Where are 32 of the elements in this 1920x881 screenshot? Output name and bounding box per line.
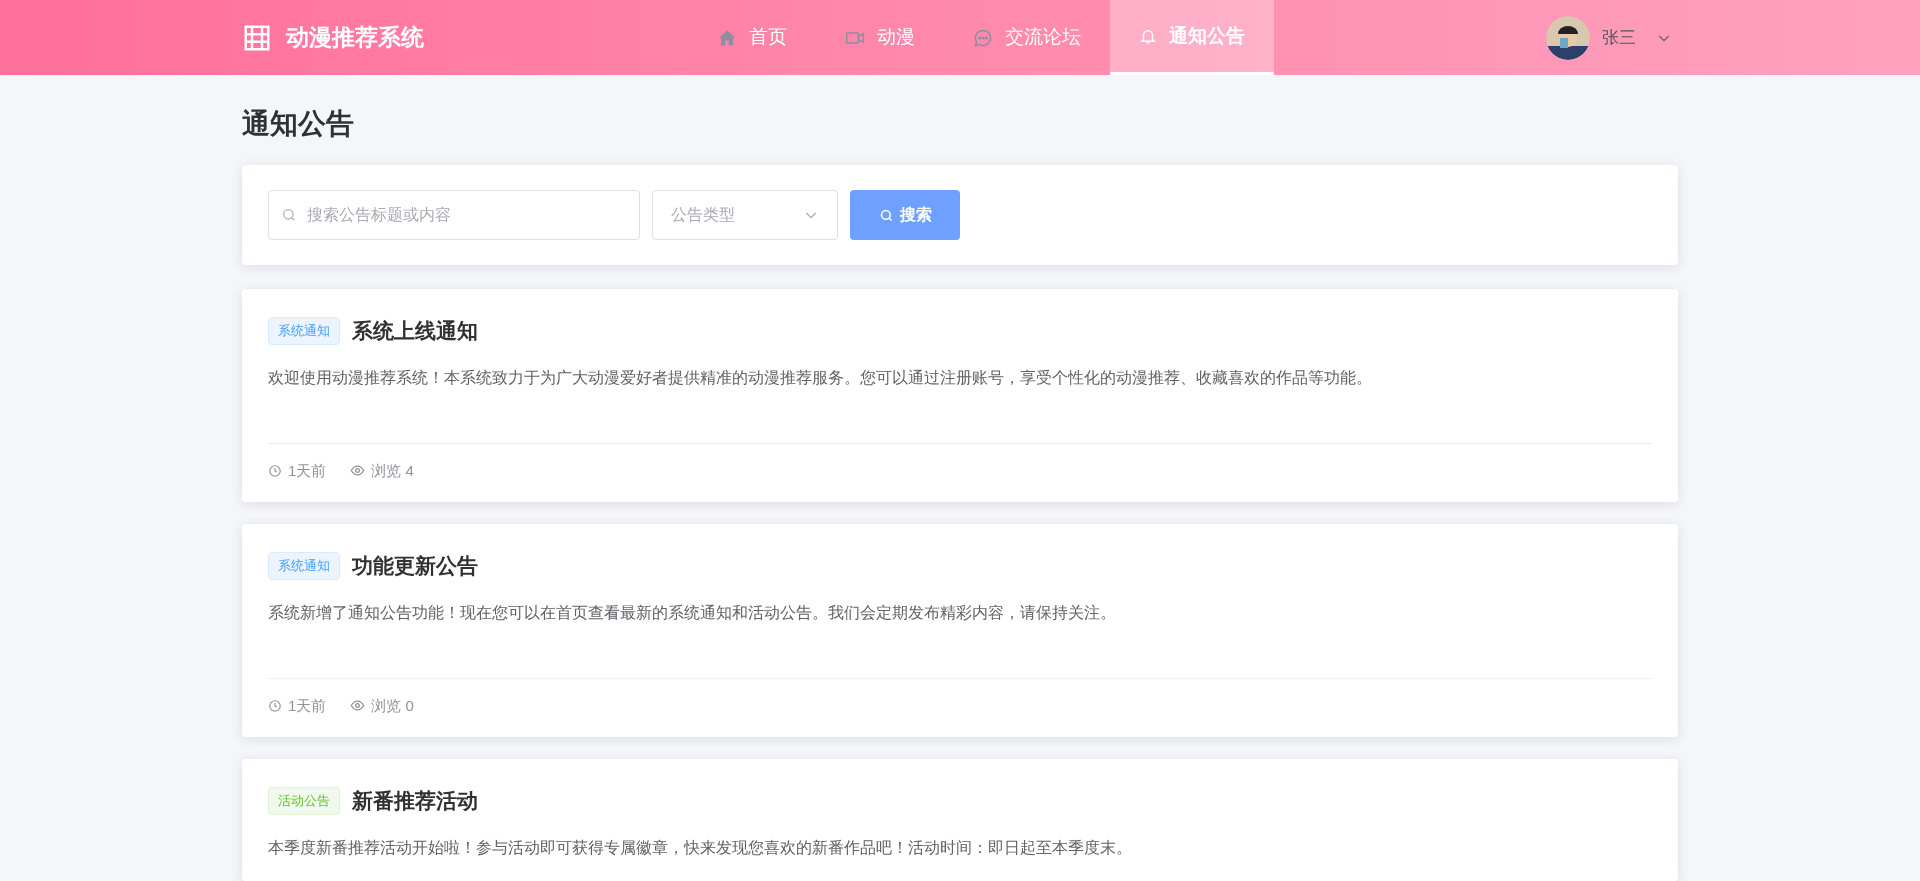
view-count: 浏览 0 — [371, 695, 414, 716]
search-button[interactable]: 搜索 — [850, 190, 960, 240]
eye-icon — [350, 463, 366, 479]
clock-icon — [268, 463, 282, 478]
notice-title: 系统上线通知 — [352, 318, 478, 344]
nav-tab[interactable]: 首页 — [688, 0, 816, 75]
clock-icon — [268, 698, 282, 713]
notice-body: 系统新增了通知公告功能！现在您可以在首页查看最新的系统通知和活动公告。我们会定期发布精彩内容，请保持关注。 — [268, 602, 1117, 623]
user-avatar[interactable] — [1546, 15, 1590, 60]
nav-tab[interactable]: 通知公告 — [1110, 0, 1274, 75]
brand-name[interactable]: 动漫推荐系统 — [286, 20, 424, 55]
notice-body: 欢迎使用动漫推荐系统！本系统致力于为广大动漫爱好者提供精准的动漫推荐服务。您可以通过注册账号，享受个性化的动漫推荐、收藏喜欢的作品等功能。 — [268, 367, 1373, 388]
eye-icon — [350, 698, 366, 714]
nav-tab[interactable]: 动漫 — [816, 0, 944, 75]
search-icon — [281, 207, 297, 223]
page-title: 通知公告 — [242, 107, 355, 141]
type-select[interactable]: 公告类型 — [652, 190, 838, 240]
search-icon — [878, 207, 894, 223]
notice-title: 功能更新公告 — [352, 553, 478, 579]
notice-tag: 系统通知 — [268, 552, 340, 580]
search-field[interactable]: 搜索公告标题或内容 — [268, 190, 640, 240]
view-count: 浏览 4 — [371, 460, 414, 481]
notice-time: 1天前 — [288, 460, 327, 481]
chat-bubble-icon — [973, 27, 993, 48]
nav-tab[interactable]: 交流论坛 — [944, 0, 1110, 75]
notice-title: 新番推荐活动 — [352, 788, 478, 814]
bell-icon — [1139, 27, 1157, 45]
notice-tag: 活动公告 — [268, 787, 340, 815]
notice-time: 1天前 — [288, 695, 327, 716]
notice-body: 本季度新番推荐活动开始啦！参与活动即可获得专属徽章，快来发现您喜欢的新番作品吧！活动时间：即日起至本季度末。 — [268, 837, 1133, 858]
user-name[interactable]: 张三 — [1602, 24, 1636, 51]
notice-tag: 系统通知 — [268, 317, 340, 345]
